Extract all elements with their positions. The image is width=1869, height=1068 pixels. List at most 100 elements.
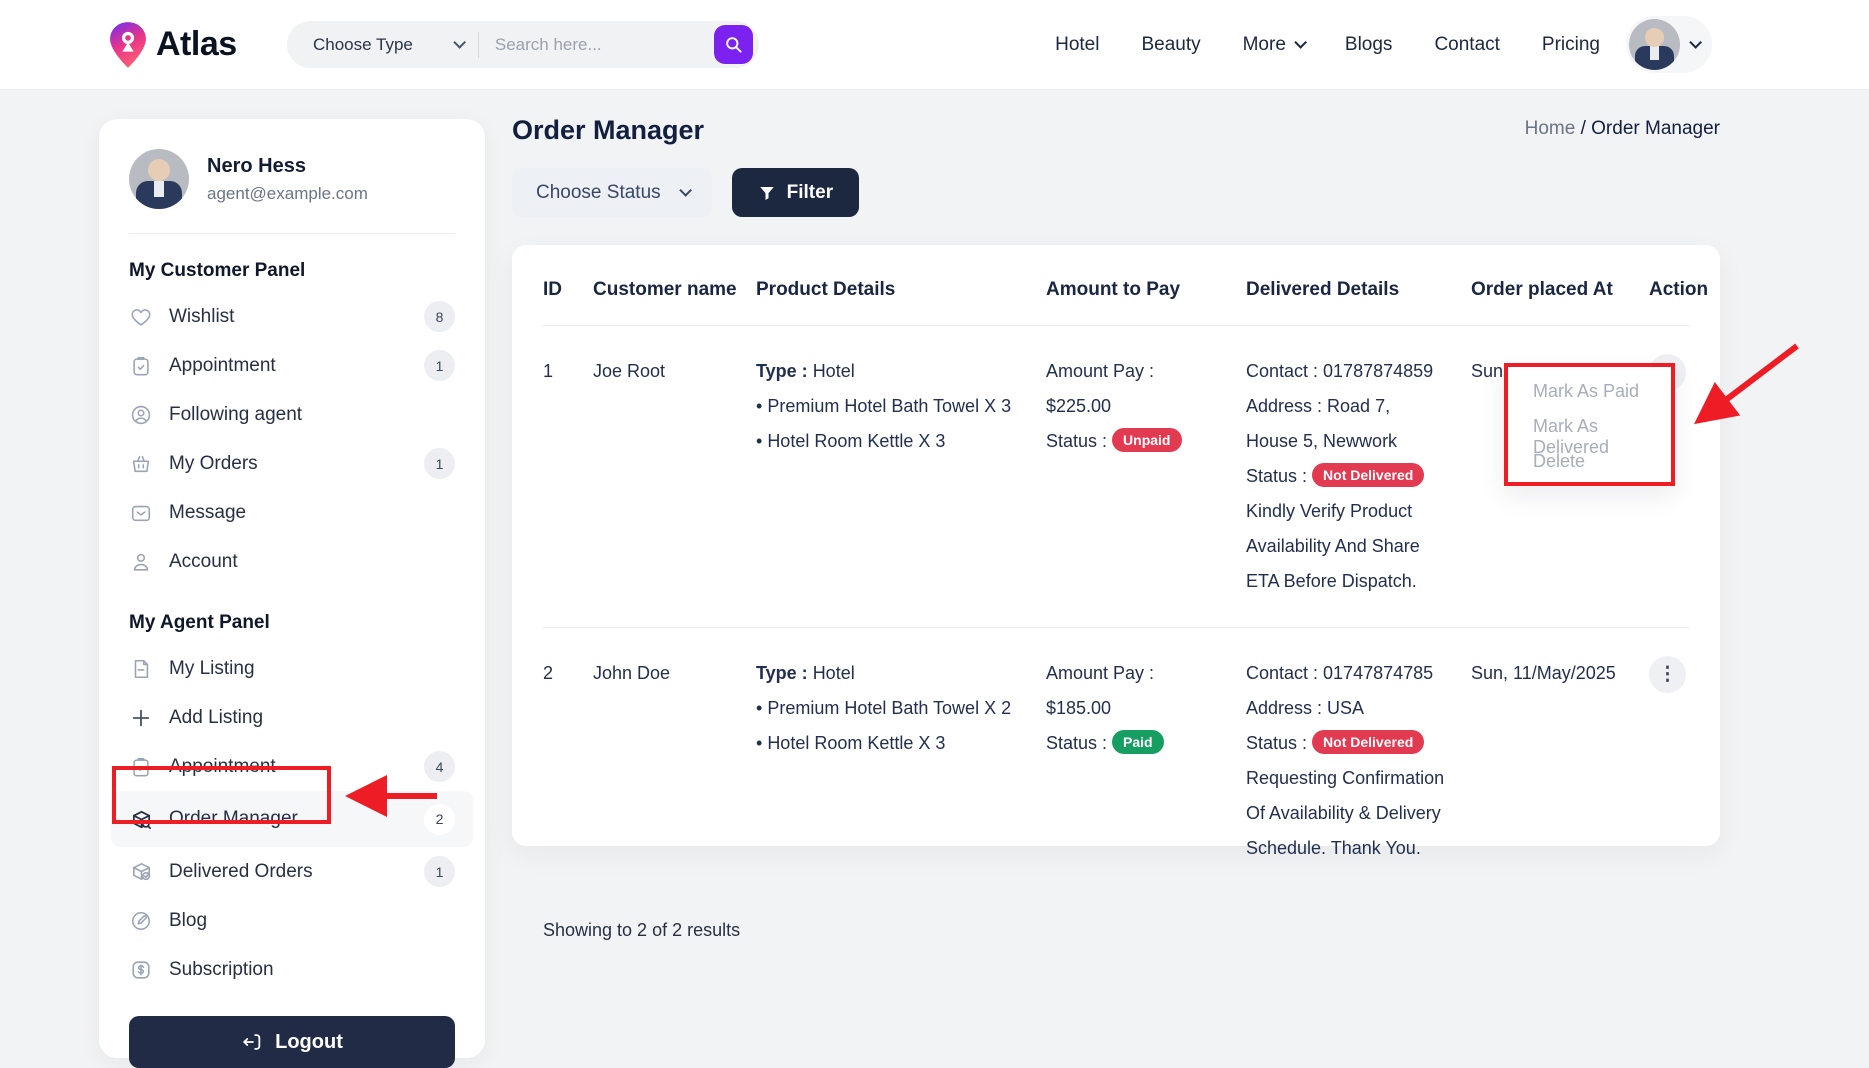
nav-pricing[interactable]: Pricing: [1542, 34, 1600, 56]
breadcrumb: Home / Order Manager: [1525, 118, 1720, 140]
chevron-down-icon: [679, 184, 692, 197]
contact-line: Contact : 01747874785: [1246, 656, 1457, 691]
badge-count: 1: [424, 448, 455, 479]
type-value: Hotel: [813, 663, 855, 683]
column-header-id: ID: [543, 279, 593, 301]
nav-beauty[interactable]: Beauty: [1141, 34, 1200, 56]
cell-action: ⋮: [1649, 656, 1720, 866]
heart-icon: [129, 305, 153, 329]
breadcrumb-home-link[interactable]: Home: [1525, 118, 1576, 139]
chevron-down-icon: [1294, 36, 1307, 49]
amount-label: Amount Pay :: [1046, 656, 1232, 691]
badge-count: 1: [424, 856, 455, 887]
menu-item-mark-as-paid[interactable]: Mark As Paid: [1533, 381, 1671, 416]
type-label: Type :: [756, 361, 808, 381]
brand-logo[interactable]: Atlas: [106, 0, 237, 89]
sidebar-item-label: My Orders: [169, 453, 258, 475]
type-dropdown[interactable]: Choose Type: [313, 35, 462, 55]
sidebar-item-delivered-orders[interactable]: Delivered Orders 1: [129, 847, 455, 896]
note-line: Availability And Share: [1246, 529, 1457, 564]
sidebar-item-appointment-agent[interactable]: Appointment 4: [129, 742, 455, 791]
badge-count: 2: [424, 804, 455, 835]
cell-delivered-details: Contact : 01787874859 Address : Road 7, …: [1246, 354, 1471, 599]
avatar: [1629, 19, 1680, 70]
nav-more[interactable]: More: [1243, 34, 1303, 56]
row-actions-button[interactable]: ⋮: [1649, 656, 1686, 693]
sidebar-item-subscription[interactable]: Subscription: [129, 945, 455, 994]
results-count: Showing to 2 of 2 results: [512, 894, 1720, 941]
sidebar-item-appointment[interactable]: Appointment 1: [129, 341, 455, 390]
status-dropdown[interactable]: Choose Status: [512, 168, 712, 217]
badge-count: 8: [424, 301, 455, 332]
table-row: 2 John Doe Type : Hotel Premium Hotel Ba…: [512, 628, 1720, 894]
document-icon: [129, 657, 153, 681]
address-line: Address : USA: [1246, 691, 1457, 726]
avatar: [129, 149, 189, 209]
nav-label: More: [1243, 34, 1286, 56]
profile-name: Nero Hess: [207, 155, 368, 178]
person-icon: [129, 550, 153, 574]
sidebar-item-label: Subscription: [169, 959, 274, 981]
sidebar-item-label: Account: [169, 551, 238, 573]
search-button[interactable]: [714, 25, 753, 64]
cell-placed-at: Sun, 11/May/2025: [1471, 656, 1649, 866]
type-dropdown-label: Choose Type: [313, 35, 413, 55]
badge-count: 1: [424, 350, 455, 381]
basket-icon: [129, 452, 153, 476]
note-line: Of Availability & Delivery: [1246, 796, 1457, 831]
filter-button[interactable]: Filter: [732, 168, 859, 217]
sidebar-item-my-orders[interactable]: My Orders 1: [129, 439, 455, 488]
cell-id: 2: [543, 656, 593, 866]
logout-icon: [241, 1031, 263, 1053]
delivery-status-badge: Not Delivered: [1312, 730, 1424, 754]
row-actions-menu: Mark As Paid Mark As Delivered Delete: [1504, 363, 1675, 486]
user-menu[interactable]: [1626, 16, 1712, 73]
nav-hotel[interactable]: Hotel: [1055, 34, 1099, 56]
amount-label: Amount Pay :: [1046, 354, 1232, 389]
agent-panel-title: My Agent Panel: [129, 612, 455, 634]
status-label: Status :: [1246, 466, 1307, 486]
status-label: Status :: [1246, 733, 1307, 753]
breadcrumb-current: Order Manager: [1591, 118, 1720, 139]
sidebar-item-message[interactable]: Message: [129, 488, 455, 537]
page-title: Order Manager: [512, 115, 704, 146]
address-line: House 5, Newwork: [1246, 424, 1457, 459]
table-header-row: ID Customer name Product Details Amount …: [512, 279, 1720, 325]
sidebar: Nero Hess agent@example.com My Customer …: [99, 119, 485, 1058]
nav-label: Hotel: [1055, 34, 1099, 56]
column-header-amount: Amount to Pay: [1046, 279, 1246, 301]
amount-value: $185.00: [1046, 691, 1232, 726]
sidebar-item-add-listing[interactable]: Add Listing: [129, 693, 455, 742]
pen-icon: [129, 909, 153, 933]
brand-name: Atlas: [156, 25, 237, 64]
search-input[interactable]: [495, 35, 715, 55]
sidebar-item-blog[interactable]: Blog: [129, 896, 455, 945]
column-header-product: Product Details: [756, 279, 1046, 301]
main-nav: Hotel Beauty More Blogs Contact Pricing: [1055, 0, 1600, 89]
sidebar-item-following-agent[interactable]: Following agent: [129, 390, 455, 439]
nav-label: Blogs: [1345, 34, 1393, 56]
sidebar-item-label: Following agent: [169, 404, 302, 426]
sidebar-item-order-manager[interactable]: Order Manager 2: [111, 791, 473, 847]
sidebar-item-wishlist[interactable]: Wishlist 8: [129, 292, 455, 341]
nav-contact[interactable]: Contact: [1434, 34, 1499, 56]
menu-item-mark-as-delivered[interactable]: Mark As Delivered: [1533, 416, 1671, 451]
contact-line: Contact : 01787874859: [1246, 354, 1457, 389]
filter-bar: Choose Status Filter: [512, 168, 859, 217]
orders-table-card: ID Customer name Product Details Amount …: [512, 245, 1720, 846]
sidebar-item-account[interactable]: Account: [129, 537, 455, 586]
nav-label: Beauty: [1141, 34, 1200, 56]
nav-blogs[interactable]: Blogs: [1345, 34, 1393, 56]
note-line: Schedule. Thank You.: [1246, 831, 1457, 866]
product-item: Hotel Room Kettle X 3: [756, 424, 1032, 459]
dollar-icon: [129, 958, 153, 982]
logout-button[interactable]: Logout: [129, 1016, 455, 1068]
filter-button-label: Filter: [787, 182, 833, 204]
status-label: Status :: [1046, 431, 1107, 451]
sidebar-item-my-listing[interactable]: My Listing: [129, 644, 455, 693]
sidebar-item-label: Appointment: [169, 756, 276, 778]
note-line: ETA Before Dispatch.: [1246, 564, 1457, 599]
cell-delivered-details: Contact : 01747874785 Address : USA Stat…: [1246, 656, 1471, 866]
user-circle-icon: [129, 403, 153, 427]
clipboard-check-icon: [129, 755, 153, 779]
